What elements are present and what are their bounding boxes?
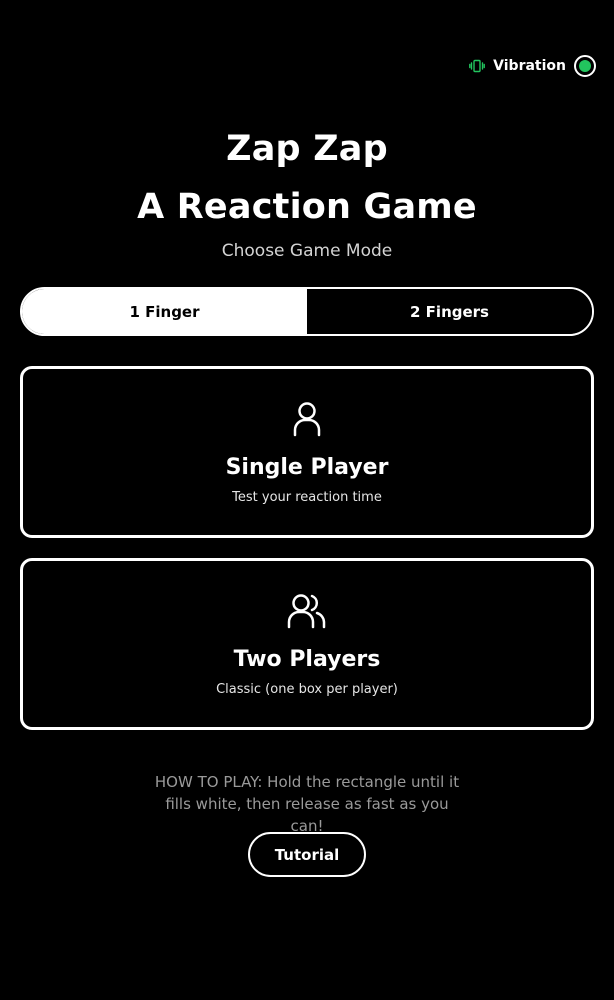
single-player-title: Single Player bbox=[225, 455, 389, 480]
users-icon bbox=[287, 594, 326, 629]
vibration-icon bbox=[469, 59, 486, 73]
vibration-label: Vibration bbox=[493, 58, 566, 74]
game-subtitle-title: A Reaction Game bbox=[137, 187, 477, 227]
two-fingers-option[interactable]: 2 Fingers bbox=[307, 289, 592, 334]
game-title: Zap Zap bbox=[226, 129, 388, 169]
vibration-toggle[interactable]: Vibration bbox=[469, 55, 596, 77]
two-players-title: Two Players bbox=[233, 647, 381, 672]
choose-mode-label: Choose Game Mode bbox=[221, 241, 393, 261]
single-player-card[interactable]: Single Player Test your reaction time bbox=[20, 366, 594, 538]
two-players-card[interactable]: Two Players Classic (one box per player) bbox=[20, 558, 594, 730]
finger-mode-toggle: 1 Finger 2 Fingers bbox=[20, 287, 594, 336]
one-finger-option[interactable]: 1 Finger bbox=[22, 289, 307, 334]
how-to-play-text: HOW TO PLAY: Hold the rectangle until it… bbox=[154, 773, 460, 835]
single-player-description: Test your reaction time bbox=[232, 490, 382, 505]
game-menu-screen: Vibration Zap Zap A Reaction Game Choose… bbox=[0, 0, 614, 1000]
two-players-description: Classic (one box per player) bbox=[216, 682, 398, 697]
tutorial-button[interactable]: Tutorial bbox=[248, 832, 366, 877]
user-icon bbox=[293, 402, 321, 437]
vibration-on-indicator bbox=[579, 60, 591, 72]
vibration-switch[interactable] bbox=[574, 55, 596, 77]
